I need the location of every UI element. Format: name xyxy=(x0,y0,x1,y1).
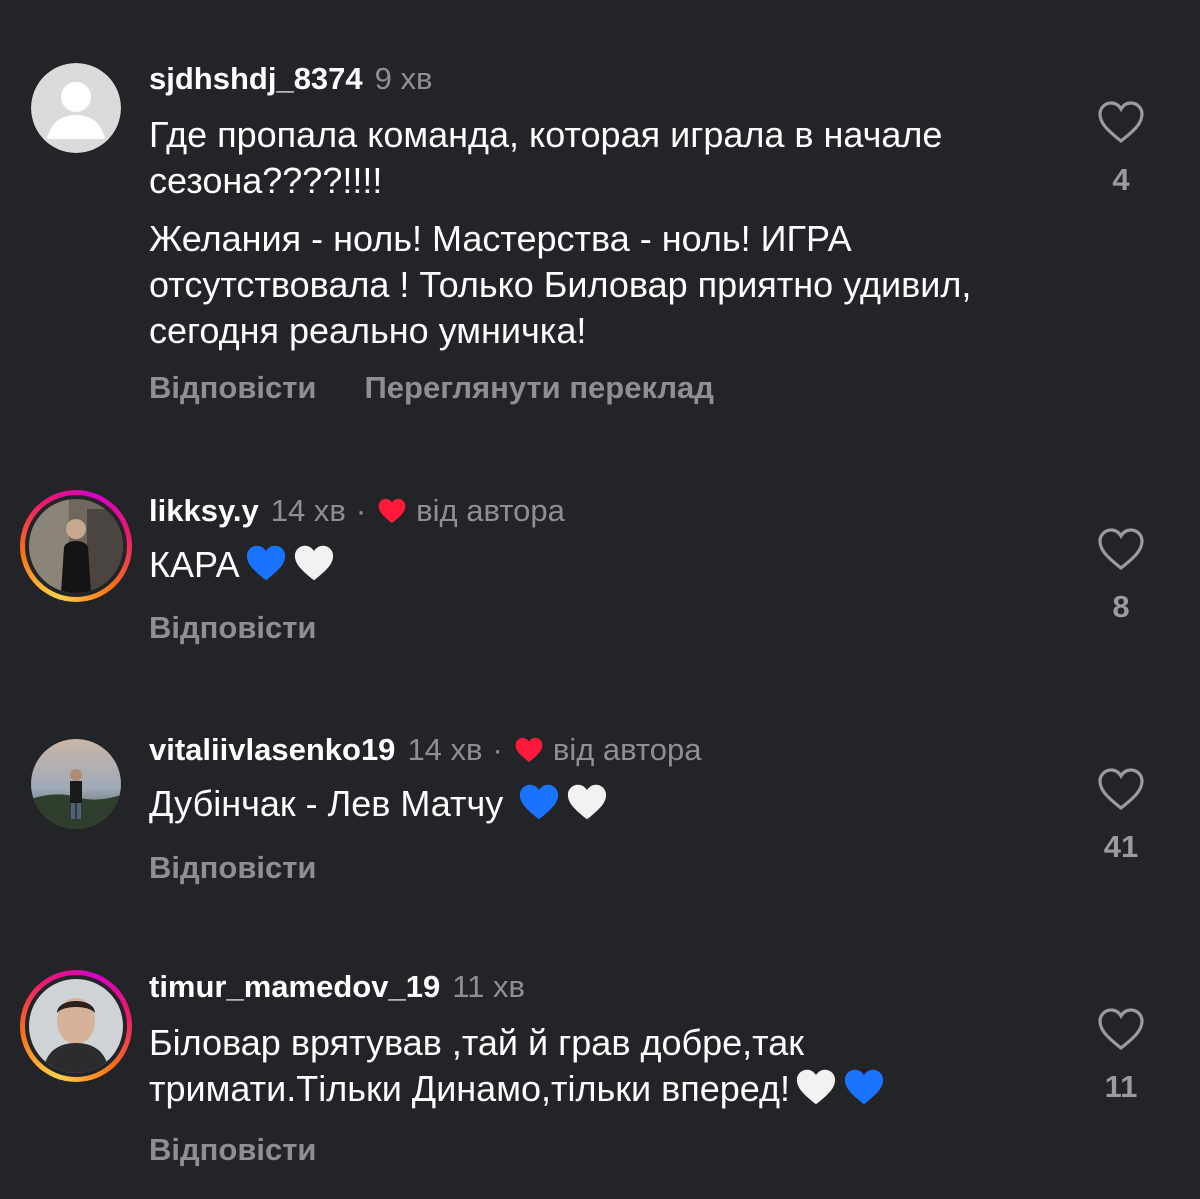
avatar[interactable] xyxy=(20,728,132,840)
author-liked-label: від автора xyxy=(416,493,565,528)
reply-button[interactable]: Відповісти xyxy=(149,370,317,406)
white-heart-icon xyxy=(796,1069,836,1105)
translate-button[interactable]: Переглянути переклад xyxy=(365,370,714,406)
like-control: 11 xyxy=(1095,1007,1147,1105)
reply-button[interactable]: Відповісти xyxy=(149,850,317,886)
comment-meta: sjdhshdj_8374 9 хв xyxy=(149,60,432,98)
like-count: 41 xyxy=(1103,829,1139,864)
comment-meta: vitaliivlasenko19 14 хв · від автора xyxy=(149,731,702,769)
author-liked-label: від автора xyxy=(552,732,702,767)
username[interactable]: sjdhshdj_8374 xyxy=(149,60,363,98)
timestamp: 14 хв xyxy=(407,732,483,767)
avatar[interactable] xyxy=(20,490,132,602)
like-count: 4 xyxy=(1112,162,1130,197)
like-heart-icon[interactable] xyxy=(1097,527,1145,571)
comment-actions: Відповісти xyxy=(149,610,317,646)
like-count: 8 xyxy=(1112,589,1130,624)
blue-heart-icon xyxy=(520,784,559,820)
like-control: 41 xyxy=(1095,767,1147,865)
blue-heart-icon xyxy=(246,545,285,581)
username[interactable]: timur_mamedov_19 xyxy=(149,968,440,1006)
like-control: 8 xyxy=(1095,527,1147,625)
default-avatar-icon xyxy=(31,63,121,153)
like-heart-icon[interactable] xyxy=(1097,1007,1145,1051)
reply-button[interactable]: Відповісти xyxy=(149,1132,317,1168)
avatar-ring-gap xyxy=(25,495,127,597)
like-count: 11 xyxy=(1104,1069,1138,1104)
author-liked-heart-icon xyxy=(378,498,406,524)
username[interactable]: likksy.y xyxy=(149,492,259,530)
white-heart-icon xyxy=(568,784,607,820)
comment-paragraph: Где пропала команда, которая играла в на… xyxy=(149,114,943,201)
comment-actions: Відповісти Переглянути переклад xyxy=(149,370,714,406)
profile-photo xyxy=(29,499,123,593)
comment-line: Біловар врятував ,тай й грав добре,так xyxy=(149,1022,804,1063)
like-heart-icon[interactable] xyxy=(1097,767,1145,811)
profile-photo xyxy=(29,979,123,1073)
username[interactable]: vitaliivlasenko19 xyxy=(149,731,395,769)
comment-text: Біловар врятував ,тай й грав добре,так т… xyxy=(149,1020,1069,1112)
blue-heart-icon xyxy=(844,1069,884,1105)
comment-meta: timur_mamedov_19 11 хв xyxy=(149,968,525,1006)
comment-actions: Відповісти xyxy=(149,850,317,886)
comment-body: КАРА xyxy=(149,544,240,585)
avatar[interactable] xyxy=(20,970,132,1082)
timestamp: 9 хв xyxy=(374,61,433,96)
reply-button[interactable]: Відповісти xyxy=(149,610,317,646)
author-liked-heart-icon xyxy=(515,737,543,763)
comment-text: КАРА xyxy=(149,542,1069,588)
profile-photo xyxy=(31,739,121,829)
comment-line: тримати.Тільки Динамо,тільки вперед! xyxy=(149,1068,790,1109)
separator-dot: · xyxy=(492,732,503,767)
like-control: 4 xyxy=(1095,100,1147,198)
like-heart-icon[interactable] xyxy=(1097,100,1145,144)
separator-dot: · xyxy=(355,493,367,528)
comment-paragraph: Желания - ноль! Мастерства - ноль! ИГРА … xyxy=(149,218,972,351)
comment-line-with-emoji: тримати.Тільки Динамо,тільки вперед! xyxy=(149,1066,1069,1112)
comment-text: Где пропала команда, которая играла в на… xyxy=(149,112,1069,354)
comment-text: Дубінчак - Лев Матчу xyxy=(149,781,1069,827)
comment-meta: likksy.y 14 хв · від автора xyxy=(149,492,565,530)
avatar[interactable] xyxy=(20,52,132,164)
comment-actions: Відповісти xyxy=(149,1132,317,1168)
timestamp: 11 хв xyxy=(452,969,525,1004)
comment-body: Дубінчак - Лев Матчу xyxy=(149,783,514,824)
timestamp: 14 хв xyxy=(270,493,346,528)
white-heart-icon xyxy=(294,545,333,581)
avatar-ring-gap xyxy=(25,975,127,1077)
